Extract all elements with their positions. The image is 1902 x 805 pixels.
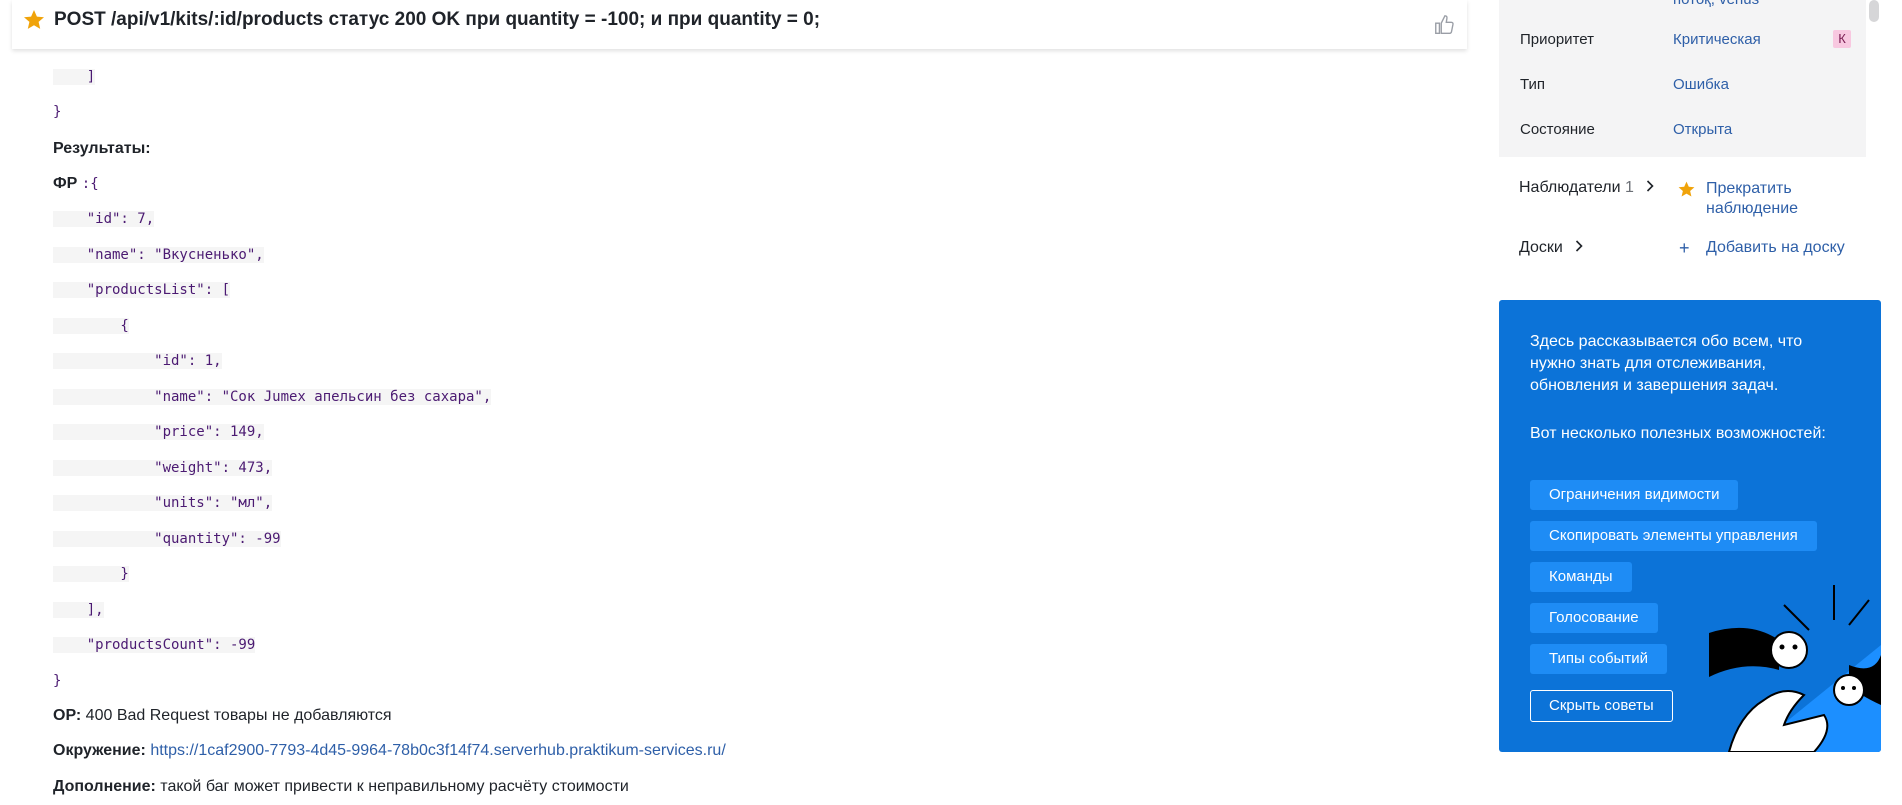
addition-text: такой баг может привести к неправильному… [155, 778, 629, 795]
watchers-link[interactable]: Наблюдатели 1 [1519, 179, 1655, 197]
code-line: "id": 1, [53, 353, 222, 369]
code-line: { [53, 318, 129, 334]
code-line: "quantity": -99 [53, 531, 281, 547]
code-line: } [53, 104, 62, 120]
tip-visibility-button[interactable]: Ограничения видимости [1530, 480, 1739, 510]
scrollbar[interactable] [1869, 0, 1879, 22]
code-line: "price": 149, [53, 424, 264, 440]
code-line: } [53, 673, 62, 689]
boards-link[interactable]: Доски [1519, 239, 1583, 257]
state-label: Состояние [1520, 121, 1595, 138]
issue-header: POST /api/v1/kits/:id/products статус 20… [12, 0, 1467, 49]
code-line: "productsList": [ [53, 282, 231, 298]
priority-label: Приоритет [1520, 31, 1594, 48]
components-value[interactable]: потоқ, venus [1673, 0, 1759, 8]
hide-tips-button[interactable]: Скрыть советы [1530, 690, 1673, 722]
code-line: "weight": 473, [53, 460, 273, 476]
fr-line: ФР :{ [53, 172, 99, 196]
thumbs-up-icon[interactable] [1433, 14, 1455, 36]
plus-icon: + [1679, 238, 1690, 258]
fr-label: ФР [53, 175, 78, 192]
fr-open-brace: :{ [81, 176, 99, 192]
env-label: Окружение: [53, 742, 146, 759]
watchers-label: Наблюдатели [1519, 179, 1621, 196]
or-text: 400 Bad Request товары не добавляются [81, 707, 392, 724]
state-value[interactable]: Открыта [1673, 121, 1732, 138]
tips-panel: Здесь рассказывается обо всем, что нужно… [1499, 300, 1881, 752]
issue-title[interactable]: POST /api/v1/kits/:id/products статус 20… [54, 9, 820, 31]
type-label: Тип [1520, 76, 1546, 93]
results-label: Результаты: [53, 140, 151, 157]
or-label: ОР: [53, 707, 82, 724]
stop-watching-button[interactable]: Прекратить наблюдение [1706, 179, 1876, 219]
watchers-count: 1 [1625, 179, 1634, 196]
code-line: "productsCount": -99 [53, 637, 256, 653]
env-line: Окружение: https://1caf2900-7793-4d45-99… [53, 739, 726, 763]
tip-copy-controls-button[interactable]: Скопировать элементы управления [1530, 521, 1817, 551]
tip-event-types-button[interactable]: Типы событий [1530, 644, 1667, 674]
or-line: ОР: 400 Bad Request товары не добавляютс… [53, 704, 392, 728]
code-line: } [53, 566, 129, 582]
tip-commands-button[interactable]: Команды [1530, 562, 1632, 592]
boards-label: Доски [1519, 239, 1563, 256]
code-line: "name": "Сок Jumex апельсин без сахара", [53, 389, 492, 405]
star-icon [1678, 181, 1695, 197]
tips-subtitle: Вот несколько полезных возможностей: [1530, 425, 1826, 442]
priority-badge: К [1833, 30, 1851, 48]
properties-panel: потоқ, venus Приоритет Критическая К Тип… [1499, 0, 1866, 157]
code-line: "id": 7, [53, 211, 155, 227]
code-line: ], [53, 602, 104, 618]
code-line: ] [53, 69, 96, 85]
tips-intro: Здесь рассказывается обо всем, что нужно… [1530, 333, 1803, 394]
env-link[interactable]: https://1caf2900-7793-4d45-9964-78b0c3f1… [150, 742, 725, 759]
add-to-board-button[interactable]: Добавить на доску [1706, 239, 1845, 257]
type-value[interactable]: Ошибка [1673, 76, 1729, 93]
chevron-right-icon [1575, 239, 1583, 257]
chevron-right-icon [1646, 179, 1655, 197]
code-line: "name": "Вкусненько", [53, 247, 264, 263]
addition-label: Дополнение: [53, 778, 156, 795]
tips-illustration [1709, 585, 1881, 752]
priority-value[interactable]: Критическая [1673, 31, 1761, 48]
addition-line: Дополнение: такой баг может привести к н… [53, 775, 629, 799]
code-line: "units": "мл", [53, 495, 273, 511]
tip-voting-button[interactable]: Голосование [1530, 603, 1658, 633]
favorite-star-icon[interactable] [22, 8, 46, 32]
